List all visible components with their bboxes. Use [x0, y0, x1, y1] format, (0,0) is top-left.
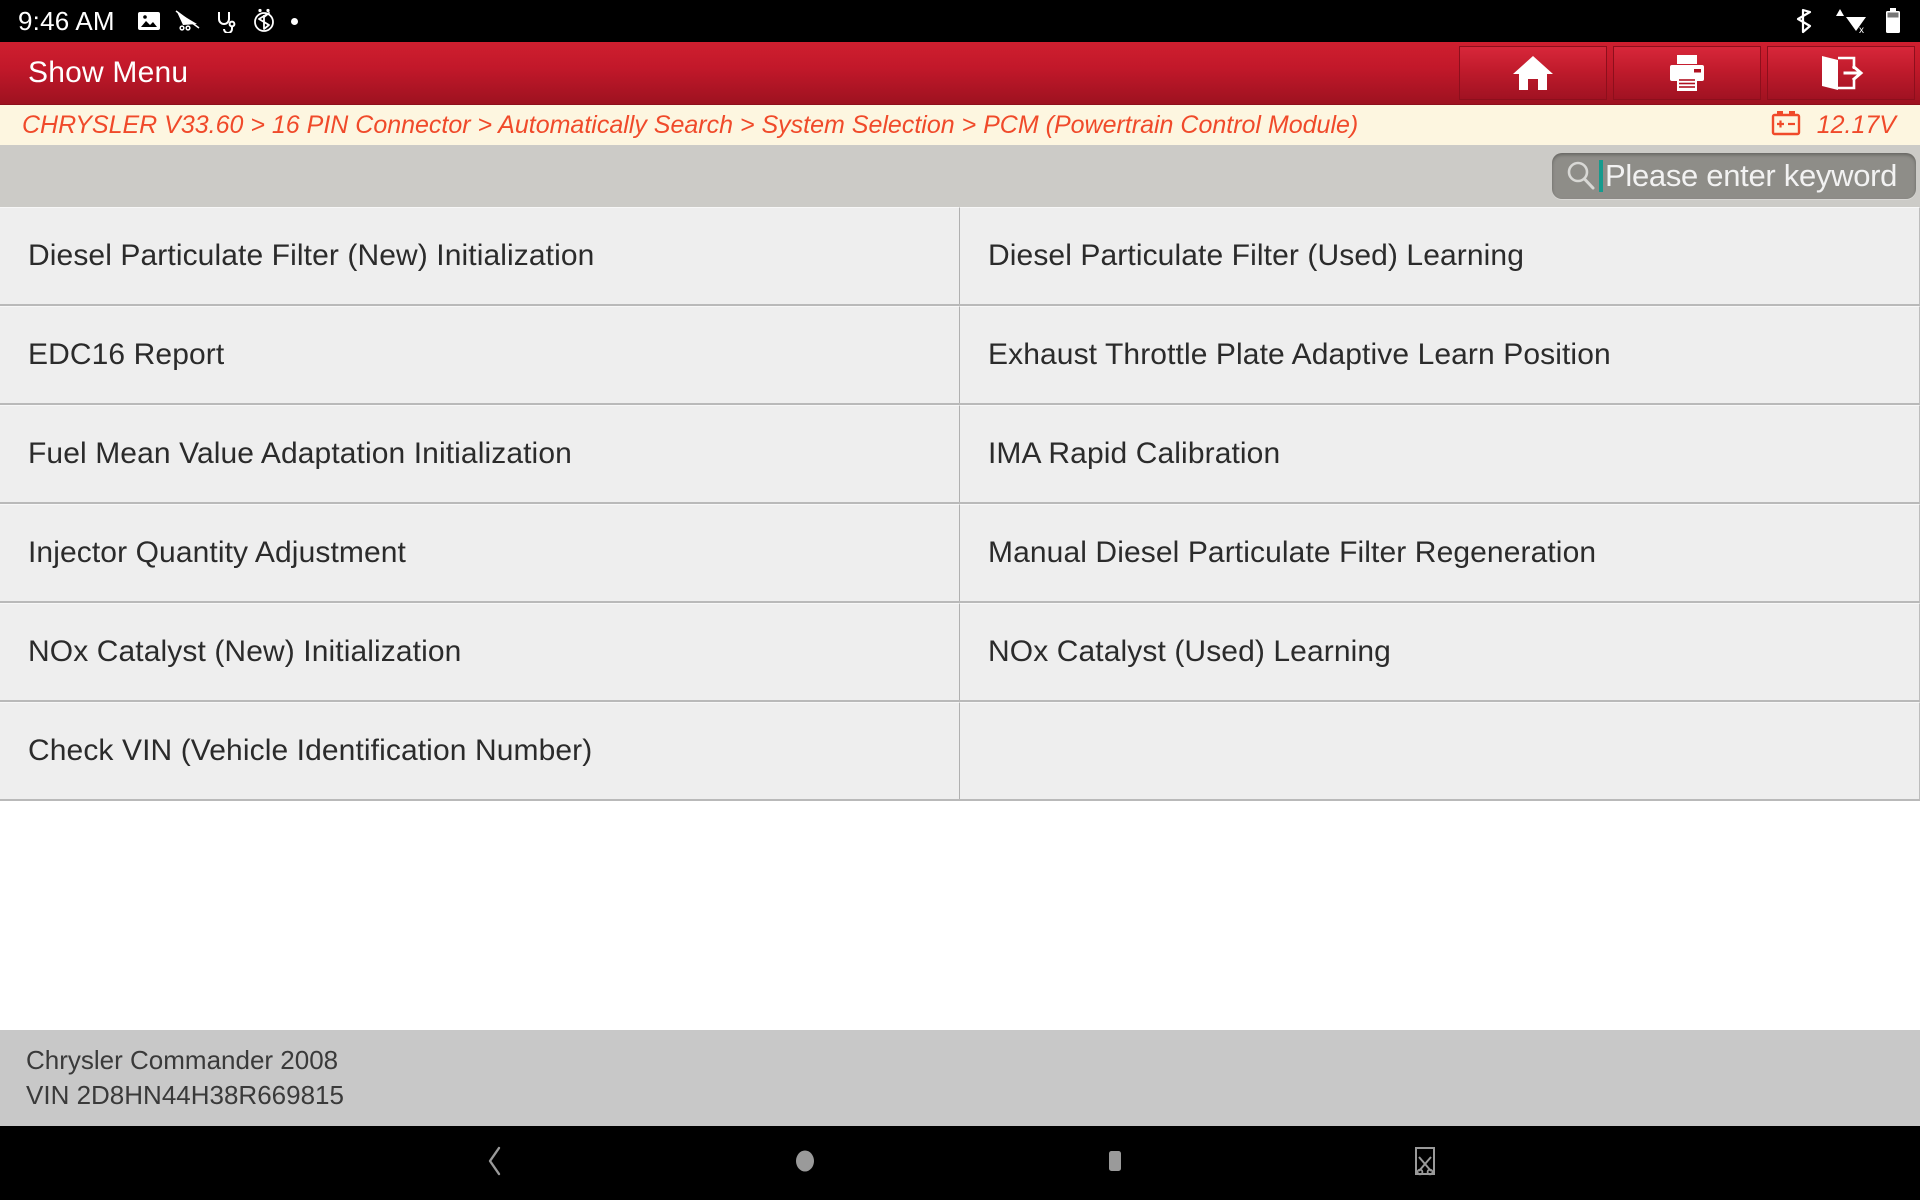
- android-status-bar: 9:46 AM x: [0, 0, 1920, 42]
- menu-item-label: Manual Diesel Particulate Filter Regener…: [988, 536, 1597, 569]
- voltage-indicator: 12.17V: [1769, 109, 1904, 142]
- search-input[interactable]: Please enter keyword: [1552, 153, 1916, 199]
- stethoscope-icon: [215, 9, 237, 33]
- menu-item-fuel-mean-value[interactable]: Fuel Mean Value Adaptation Initializatio…: [0, 405, 960, 502]
- menu-item-nox-used-learning[interactable]: NOx Catalyst (Used) Learning: [960, 603, 1920, 700]
- menu-item-label: Check VIN (Vehicle Identification Number…: [28, 734, 593, 767]
- menu-item-label: NOx Catalyst (Used) Learning: [988, 635, 1391, 668]
- screenshot-icon: [1409, 1143, 1441, 1184]
- wifi-disconnected-icon: x: [1832, 7, 1868, 35]
- menu-item-empty: [960, 702, 1920, 799]
- main-content: Diesel Particulate Filter (New) Initiali…: [0, 207, 1920, 1030]
- app-title-bar: Show Menu: [0, 42, 1920, 104]
- search-toolbar: Please enter keyword: [0, 145, 1920, 207]
- search-icon: [1564, 159, 1598, 193]
- diagnostic-app-window: 9:46 AM x Show Menu CHRYSLER V33.60 > 16…: [0, 0, 1920, 1200]
- status-bar-system-icons: x: [1796, 7, 1902, 35]
- nav-screenshot-button[interactable]: [1380, 1126, 1470, 1200]
- exit-icon: [1818, 52, 1864, 94]
- menu-item-label: Exhaust Throttle Plate Adaptive Learn Po…: [988, 338, 1611, 371]
- menu-item-nox-new-init[interactable]: NOx Catalyst (New) Initialization: [0, 603, 960, 700]
- back-icon: [482, 1144, 508, 1183]
- table-row: Fuel Mean Value Adaptation Initializatio…: [0, 405, 1920, 504]
- title-bar-actions: [1456, 42, 1920, 104]
- table-row: EDC16 Report Exhaust Throttle Plate Adap…: [0, 306, 1920, 405]
- bluetooth-searching-icon: [251, 8, 277, 34]
- print-icon: [1665, 52, 1709, 94]
- vehicle-info-footer: Chrysler Commander 2008 VIN 2D8HN44H38R6…: [0, 1030, 1920, 1126]
- nav-recents-button[interactable]: [1070, 1126, 1160, 1200]
- no-notification-icon: [175, 9, 201, 33]
- function-menu-grid: Diesel Particulate Filter (New) Initiali…: [0, 207, 1920, 801]
- text-cursor: [1599, 160, 1603, 192]
- menu-item-label: EDC16 Report: [28, 338, 225, 371]
- menu-item-label: Injector Quantity Adjustment: [28, 536, 406, 569]
- menu-item-exhaust-throttle-plate[interactable]: Exhaust Throttle Plate Adaptive Learn Po…: [960, 306, 1920, 403]
- table-row: Check VIN (Vehicle Identification Number…: [0, 702, 1920, 801]
- table-row: NOx Catalyst (New) Initialization NOx Ca…: [0, 603, 1920, 702]
- menu-item-label: Diesel Particulate Filter (New) Initiali…: [28, 239, 595, 272]
- home-circle-icon: [790, 1144, 820, 1183]
- nav-home-button[interactable]: [760, 1126, 850, 1200]
- home-icon: [1510, 52, 1556, 94]
- vehicle-vin: VIN 2D8HN44H38R669815: [26, 1080, 344, 1110]
- home-button[interactable]: [1459, 46, 1607, 100]
- menu-item-label: Diesel Particulate Filter (Used) Learnin…: [988, 239, 1524, 272]
- menu-item-ima-rapid-calibration[interactable]: IMA Rapid Calibration: [960, 405, 1920, 502]
- menu-item-check-vin[interactable]: Check VIN (Vehicle Identification Number…: [0, 702, 960, 799]
- breadcrumb: CHRYSLER V33.60 > 16 PIN Connector > Aut…: [22, 110, 1359, 139]
- print-button[interactable]: [1613, 46, 1761, 100]
- recents-square-icon: [1100, 1144, 1130, 1183]
- content-spacer: [0, 801, 1920, 1030]
- battery-icon: [1884, 7, 1902, 35]
- status-bar-notification-icons: [137, 8, 298, 34]
- bluetooth-icon: [1796, 7, 1816, 35]
- breadcrumb-bar: CHRYSLER V33.60 > 16 PIN Connector > Aut…: [0, 104, 1920, 145]
- android-nav-bar: [0, 1126, 1920, 1200]
- menu-item-dpf-used-learning[interactable]: Diesel Particulate Filter (Used) Learnin…: [960, 207, 1920, 304]
- nav-back-button[interactable]: [450, 1126, 540, 1200]
- menu-item-label: Fuel Mean Value Adaptation Initializatio…: [28, 437, 572, 470]
- menu-item-edc16-report[interactable]: EDC16 Report: [0, 306, 960, 403]
- dot-icon: [290, 17, 298, 25]
- voltage-value: 12.17V: [1816, 110, 1896, 139]
- vehicle-name: Chrysler Commander 2008: [26, 1045, 339, 1075]
- status-bar-clock: 9:46 AM: [18, 5, 115, 36]
- battery-terminal-icon: [1769, 109, 1803, 142]
- svg-text:x: x: [1859, 25, 1864, 35]
- menu-item-manual-dpf-regen[interactable]: Manual Diesel Particulate Filter Regener…: [960, 504, 1920, 601]
- menu-item-dpf-new-init[interactable]: Diesel Particulate Filter (New) Initiali…: [0, 207, 960, 304]
- table-row: Injector Quantity Adjustment Manual Dies…: [0, 504, 1920, 603]
- search-placeholder: Please enter keyword: [1605, 158, 1898, 193]
- table-row: Diesel Particulate Filter (New) Initiali…: [0, 207, 1920, 306]
- image-icon: [137, 9, 161, 33]
- menu-item-injector-quantity[interactable]: Injector Quantity Adjustment: [0, 504, 960, 601]
- exit-button[interactable]: [1767, 46, 1915, 100]
- menu-item-label: NOx Catalyst (New) Initialization: [28, 635, 462, 668]
- page-title[interactable]: Show Menu: [0, 56, 188, 90]
- menu-item-label: IMA Rapid Calibration: [988, 437, 1281, 470]
